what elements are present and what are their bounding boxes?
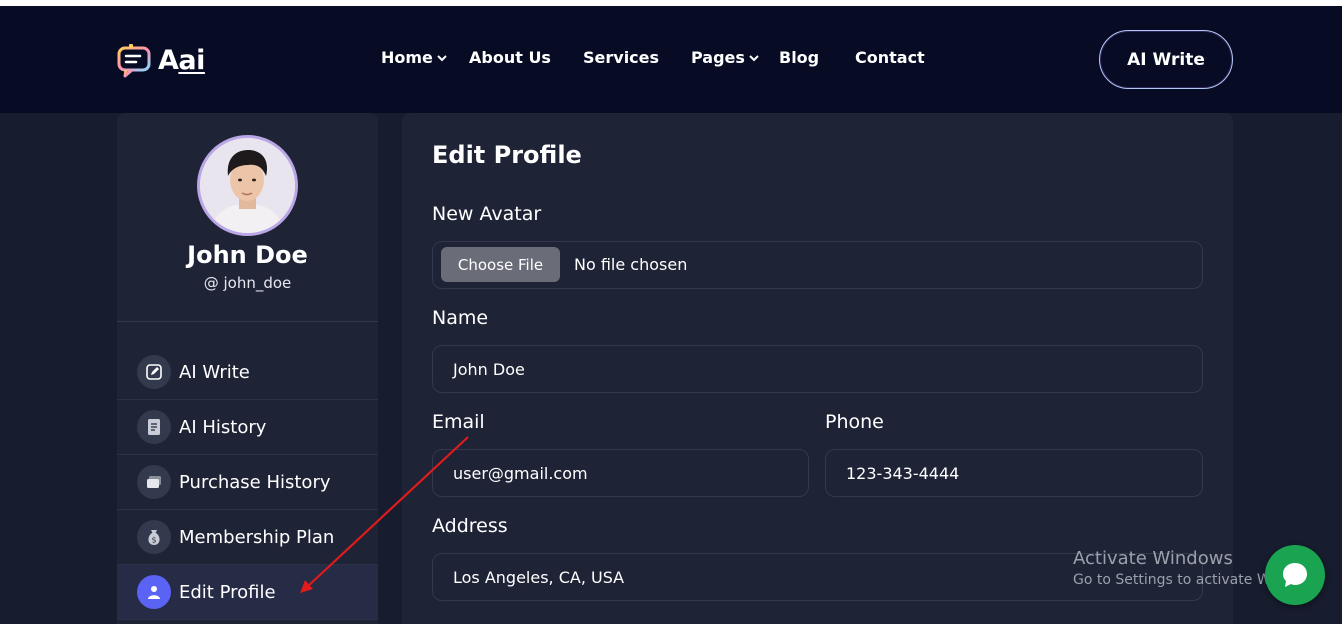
profile-name: John Doe	[187, 241, 308, 269]
site-header: Aai Home About Us Services Pages Blog Co…	[0, 6, 1342, 113]
sidebar-menu: AI Write AI History Purchase History $ M…	[117, 345, 378, 620]
nav-pages[interactable]: Pages	[691, 48, 760, 67]
nav-blog[interactable]: Blog	[779, 48, 819, 67]
ai-write-button[interactable]: AI Write	[1099, 30, 1233, 89]
nav-about-us[interactable]: About Us	[469, 48, 551, 67]
chat-button[interactable]	[1265, 545, 1325, 605]
logo-text: Aai	[158, 44, 205, 76]
sidebar-item-label: Membership Plan	[179, 526, 335, 548]
chevron-down-icon	[749, 54, 759, 61]
edit-icon	[137, 355, 171, 389]
chat-bubble-logo-icon	[116, 42, 154, 78]
address-label: Address	[432, 515, 508, 537]
page-title: Edit Profile	[432, 141, 582, 169]
chevron-down-icon	[437, 54, 447, 61]
email-field[interactable]: user@gmail.com	[432, 449, 809, 497]
sidebar-item-label: Purchase History	[179, 471, 331, 493]
nav-services[interactable]: Services	[583, 48, 659, 67]
file-status: No file chosen	[574, 255, 688, 274]
money-bag-icon: $	[137, 520, 171, 554]
sidebar-item-label: AI Write	[179, 361, 250, 383]
email-label: Email	[432, 411, 485, 433]
logo[interactable]: Aai	[116, 42, 205, 78]
nav-home[interactable]: Home	[381, 48, 448, 67]
nav-contact[interactable]: Contact	[855, 48, 925, 67]
chat-bubble-icon	[1283, 563, 1307, 587]
profile-sidebar: John Doe @ john_doe AI Write AI History …	[117, 113, 378, 624]
user-icon	[137, 575, 171, 609]
sidebar-divider	[117, 321, 378, 322]
sidebar-item-label: Edit Profile	[179, 581, 276, 603]
sidebar-item-label: AI History	[179, 416, 267, 438]
name-label: Name	[432, 307, 489, 329]
sidebar-item-membership-plan[interactable]: $ Membership Plan	[117, 510, 378, 565]
card-icon	[137, 465, 171, 499]
choose-file-button[interactable]: Choose File	[441, 247, 560, 282]
sidebar-item-edit-profile[interactable]: Edit Profile	[117, 565, 378, 620]
avatar-file-input[interactable]: Choose File No file chosen	[432, 241, 1203, 289]
avatar-label: New Avatar	[432, 203, 542, 225]
sidebar-item-ai-write[interactable]: AI Write	[117, 345, 378, 400]
document-list-icon	[137, 410, 171, 444]
svg-text:$: $	[151, 536, 156, 545]
phone-field[interactable]: 123-343-4444	[825, 449, 1203, 497]
profile-handle: @ john_doe	[203, 274, 292, 292]
sidebar-item-ai-history[interactable]: AI History	[117, 400, 378, 455]
avatar	[197, 135, 298, 236]
name-field[interactable]: John Doe	[432, 345, 1203, 393]
phone-label: Phone	[825, 411, 884, 433]
sidebar-item-purchase-history[interactable]: Purchase History	[117, 455, 378, 510]
